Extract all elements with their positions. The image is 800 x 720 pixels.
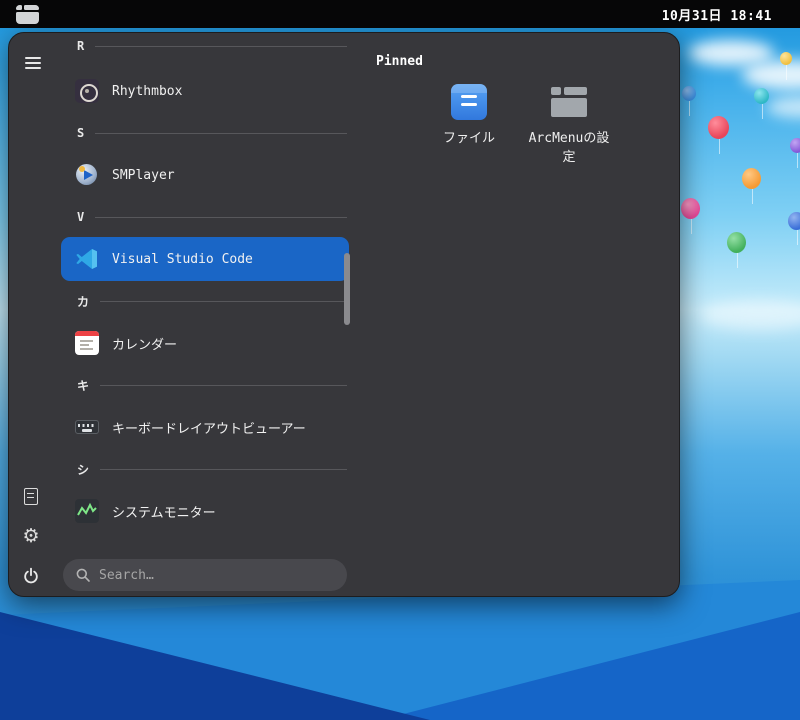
search-bar[interactable] bbox=[63, 559, 347, 591]
balloon bbox=[708, 116, 729, 154]
clock-date-time[interactable]: 10月31日 18:41 bbox=[662, 5, 772, 24]
smplayer-icon bbox=[75, 163, 99, 187]
power-icon bbox=[24, 567, 38, 584]
group-letter: シ bbox=[77, 462, 90, 477]
calendar-icon bbox=[75, 331, 99, 355]
group-letter: キ bbox=[77, 378, 90, 393]
search-icon bbox=[76, 568, 90, 582]
app-label: システムモニター bbox=[112, 505, 216, 521]
keyboard-icon bbox=[75, 415, 99, 439]
group-divider bbox=[100, 300, 347, 302]
app-label: カレンダー bbox=[112, 337, 178, 353]
app-item-system-monitor[interactable]: システムモニター bbox=[61, 489, 349, 533]
pinned-item-arcmenu-settings[interactable]: ArcMenuの設定 bbox=[519, 83, 619, 168]
app-item-rhythmbox[interactable]: Rhythmbox bbox=[61, 69, 349, 113]
balloon bbox=[727, 232, 746, 268]
balloon bbox=[790, 138, 800, 168]
pinned-label: ファイル bbox=[442, 131, 495, 146]
group-divider bbox=[95, 216, 347, 218]
balloon bbox=[788, 212, 800, 245]
documents-button[interactable] bbox=[18, 483, 44, 509]
pinned-grid: ファイル ArcMenuの設定 bbox=[419, 83, 619, 168]
arcmenu-logo-icon bbox=[15, 4, 39, 24]
app-label: SMPlayer bbox=[112, 167, 175, 183]
cloud bbox=[700, 300, 800, 330]
group-header-ki: キ bbox=[77, 376, 347, 394]
arcmenu-button[interactable] bbox=[10, 0, 44, 28]
vscode-icon bbox=[75, 247, 99, 271]
group-header-shi: シ bbox=[77, 460, 347, 478]
pinned-section-title: Pinned bbox=[376, 54, 423, 69]
balloon bbox=[754, 88, 769, 119]
app-list-scrollbar[interactable] bbox=[344, 253, 350, 325]
system-monitor-icon bbox=[75, 499, 99, 523]
group-header-s: S bbox=[77, 124, 347, 142]
pinned-label: ArcMenuの設定 bbox=[528, 131, 610, 165]
app-item-smplayer[interactable]: SMPlayer bbox=[61, 153, 349, 197]
power-button[interactable] bbox=[18, 563, 44, 589]
pinned-item-files[interactable]: ファイル bbox=[419, 83, 519, 168]
balloon bbox=[682, 86, 696, 116]
app-label: キーボードレイアウトビューアー bbox=[112, 421, 306, 437]
group-letter: S bbox=[77, 126, 85, 140]
group-letter: V bbox=[77, 210, 85, 224]
hamburger-menu-button[interactable] bbox=[20, 50, 46, 76]
group-header-v: V bbox=[77, 208, 347, 226]
group-divider bbox=[95, 45, 347, 47]
arcmenu-popup: R S V カ キ シ Rhythmbox SMPlayer Vis bbox=[8, 32, 680, 597]
app-item-calendar[interactable]: カレンダー bbox=[61, 321, 349, 365]
app-item-visual-studio-code[interactable]: Visual Studio Code bbox=[61, 237, 349, 281]
app-label: Visual Studio Code bbox=[112, 251, 253, 267]
group-header-ka: カ bbox=[77, 292, 347, 310]
rhythmbox-icon bbox=[75, 79, 99, 103]
cloud bbox=[766, 96, 800, 118]
group-letter: カ bbox=[77, 294, 90, 309]
balloon bbox=[780, 52, 792, 80]
group-letter: R bbox=[77, 39, 85, 53]
group-header-r: R bbox=[77, 37, 347, 55]
balloon bbox=[742, 168, 761, 204]
group-divider bbox=[100, 384, 347, 386]
app-label: Rhythmbox bbox=[112, 83, 183, 99]
app-item-keyboard-layout-viewer[interactable]: キーボードレイアウトビューアー bbox=[61, 405, 349, 449]
files-icon bbox=[451, 84, 487, 120]
settings-gear-icon bbox=[22, 527, 39, 546]
arcmenu-logo-icon bbox=[551, 87, 587, 117]
group-divider bbox=[95, 132, 347, 134]
top-panel: 10月31日 18:41 bbox=[0, 0, 800, 28]
settings-button[interactable] bbox=[18, 523, 44, 549]
search-input[interactable] bbox=[99, 567, 335, 583]
documents-icon bbox=[24, 487, 38, 505]
balloon bbox=[681, 198, 700, 234]
group-divider bbox=[100, 468, 347, 470]
